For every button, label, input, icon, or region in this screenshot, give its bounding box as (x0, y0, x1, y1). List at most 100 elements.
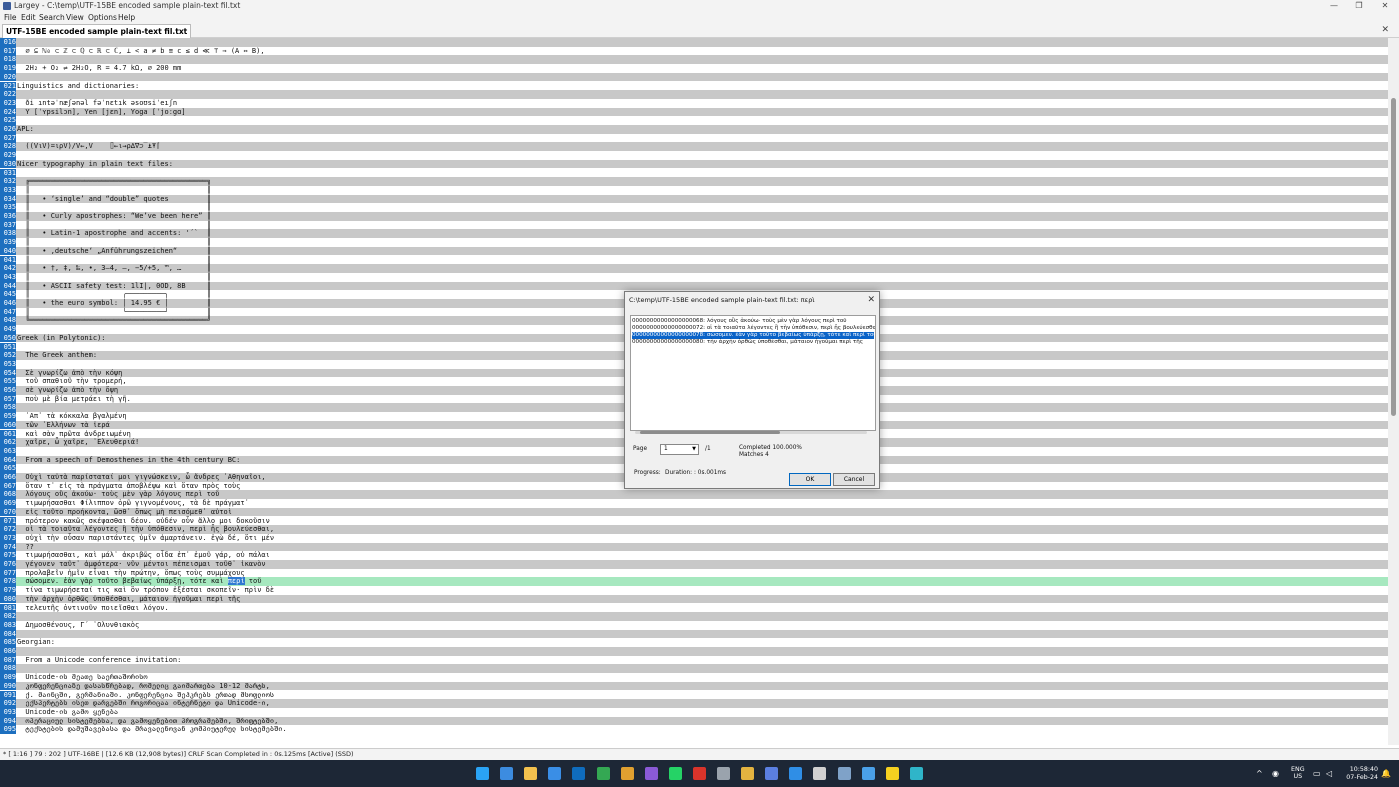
results-scrollbar-thumb[interactable] (640, 431, 780, 434)
app10-icon[interactable] (692, 767, 706, 780)
menu-view[interactable]: View (66, 12, 84, 23)
cancel-button[interactable]: Cancel (833, 473, 875, 486)
network-icon[interactable]: ◉ (1272, 769, 1279, 778)
result-row[interactable]: 00000000000000000080: τὴν ἀρχὴν ὀρθῶς ὑπ… (632, 339, 874, 346)
app16-icon[interactable] (837, 767, 851, 780)
tab-active-file[interactable]: UTF-15BE encoded sample plain-text fil.t… (2, 24, 192, 38)
maximize-button[interactable]: ❐ (1348, 0, 1370, 12)
app17-icon[interactable] (861, 767, 875, 780)
editor-line[interactable]: 072 οἱ τὰ τοιαῦτα λέγοντες ἢ τὴν ὑπόθεσι… (0, 525, 1388, 534)
editor-line[interactable]: 018 (0, 55, 1388, 65)
editor-line[interactable]: 032 ╔═══════════════════════════════════… (0, 177, 1388, 186)
app7-icon[interactable] (620, 767, 634, 780)
editor-line[interactable]: 094 ოპერაციულ სისტემებსა, და გამოყენებით… (0, 716, 1388, 726)
editor-line[interactable]: 029 (0, 151, 1388, 160)
editor-line[interactable]: 070 εἰς τοῦτο προήκοντα, ὥσθ᾿ ὅπως μὴ πε… (0, 507, 1388, 517)
editor-line[interactable]: 079 τίνα τιμωρήσεταί τις καὶ ὃν τρόπον ἐ… (0, 586, 1388, 595)
app18-icon[interactable] (885, 767, 899, 780)
editor-line[interactable]: 089 Unicode-ის მეათე საერთაშორისო (0, 673, 1388, 682)
outlook-icon[interactable] (572, 767, 586, 780)
editor-line[interactable]: 082 (0, 612, 1388, 621)
editor-line[interactable]: 035 ║ ║ (0, 203, 1388, 212)
calculator-icon[interactable] (717, 767, 730, 780)
editor-line[interactable]: 020 (0, 72, 1388, 82)
app12-icon[interactable] (741, 767, 755, 780)
tray-chevron-icon[interactable]: ^ (1256, 769, 1263, 778)
editor-line[interactable]: 017 ∅ ⊆ ℕ₀ ⊂ ℤ ⊂ ℚ ⊂ ℝ ⊂ ℂ, ⊥ < a ≠ b ≡ … (0, 46, 1388, 56)
menu-edit[interactable]: Edit (21, 12, 36, 23)
minimize-button[interactable]: — (1323, 0, 1345, 12)
editor-line[interactable]: 027 (0, 133, 1388, 143)
editor-line[interactable]: 081 τελευτῆς ὁντινοῦν ποιεῖσθαι λόγον. (0, 603, 1388, 613)
editor-line[interactable]: 080 τὴν ἀρχὴν ὀρθῶς ὑποθέσθαι, μάταιον ἡ… (0, 594, 1388, 604)
editor-line[interactable]: 043 ║ ║ (0, 272, 1388, 282)
ok-button[interactable]: OK (789, 473, 831, 486)
vertical-scrollbar[interactable] (1388, 38, 1399, 745)
explorer-icon[interactable] (524, 767, 538, 780)
volume-icon[interactable]: ◁ (1326, 769, 1332, 778)
visual-studio-icon[interactable] (644, 767, 658, 780)
editor-line[interactable]: 085 Georgian: (0, 638, 1388, 647)
editor-line[interactable]: 088 (0, 664, 1388, 674)
editor-line[interactable]: 090 კონფერენციაზე დასასწრებად, რომელიც გ… (0, 681, 1388, 691)
editor-line[interactable]: 087 From a Unicode conference invitation… (0, 655, 1388, 665)
page-select[interactable]: 1 ▼ (660, 444, 699, 455)
vscode-icon[interactable] (789, 767, 803, 780)
editor-line[interactable]: 077 προλαβεῖν ἡμῖν εἶναι τὴν πρώτην, ὅπω… (0, 568, 1388, 578)
editor-line[interactable]: 074 ?? (0, 542, 1388, 552)
editor-line[interactable]: 044 ║ • ASCII safety test: 1lI|, 0OD, 8B… (0, 281, 1388, 291)
dialog-close-icon[interactable]: ✕ (867, 294, 875, 306)
editor-line[interactable]: 038 ║ • Latin-1 apostrophe and accents: … (0, 229, 1388, 239)
editor-line[interactable]: 075 τιμωρήσασθαι, καὶ μάλ᾿ ἀκριβῶς οἶδα … (0, 551, 1388, 560)
notification-icon[interactable]: 🔔 (1381, 769, 1391, 778)
wifi-icon[interactable]: ▭ (1313, 769, 1321, 778)
editor-line[interactable]: 068 λόγους οὓς ἀκούω· τοὺς μὲν γὰρ λόγου… (0, 490, 1388, 500)
weather-icon[interactable] (500, 767, 514, 780)
editor-line[interactable]: 023 ði ıntəˈnæʃənəl fəˈnɛtık əsoʊsiˈeıʃn (0, 98, 1388, 108)
chrome-icon[interactable] (596, 767, 610, 780)
editor-line[interactable]: 019 2H₂ + O₂ ⇌ 2H₂O, R = 4.7 kΩ, ⌀ 200 m… (0, 64, 1388, 73)
editor-line[interactable]: 092 ექსპერტებს ისეთ დარგებში როგორიცაა ი… (0, 699, 1388, 708)
editor-line[interactable]: 042 ║ • †, ‡, ‰, •, 3–4, —, −5/+5, ™, … … (0, 264, 1388, 273)
editor-line[interactable]: 071 πρότερον κακῶς σκέψασθαι δέον. οὐδέν… (0, 516, 1388, 526)
app13-icon[interactable] (765, 767, 779, 780)
editor-line[interactable]: 030 Nicer typography in plain text files: (0, 159, 1388, 169)
editor-line[interactable]: 083 Δημοσθένους, Γ´ ᾿Ολυνθιακὸς (0, 620, 1388, 630)
editor-line[interactable]: 091 ქ. მაინცში, გერმანიაში. კონფერენცია … (0, 690, 1388, 700)
editor-line[interactable]: 093 Unicode-ის გამო ყენება (0, 707, 1388, 717)
editor-line[interactable]: 022 (0, 90, 1388, 99)
language-indicator[interactable]: ENG US (1291, 766, 1305, 780)
editor-line[interactable]: 069 τιμωρήσασθαι Φίλιππον ὁρῶ γιγνομένου… (0, 499, 1388, 508)
app15-icon[interactable] (813, 767, 827, 780)
result-row[interactable]: 00000000000000000072: οἱ τὰ τοιαῦτα λέγο… (632, 325, 875, 332)
scrollbar-thumb[interactable] (1391, 98, 1396, 416)
editor-line[interactable]: 095 ტექსტების დამუშავებასა და მრავალენოვ… (0, 725, 1388, 734)
result-row[interactable]: 00000000000000000068: λόγους οὓς ἀκούω· … (632, 318, 874, 325)
app4-icon[interactable] (548, 767, 562, 780)
editor-line[interactable]: 086 (0, 647, 1388, 656)
editor-line[interactable]: 026 APL: (0, 125, 1388, 134)
chevron-down-icon[interactable]: ▼ (692, 445, 696, 454)
editor-line[interactable]: 024 Y [ˈʏpsilɔn], Yen [jɛn], Yoga [ˈjoːg… (0, 107, 1388, 117)
menu-options[interactable]: Options (88, 12, 117, 23)
editor-line[interactable]: 031 (0, 168, 1388, 178)
results-horizontal-scrollbar[interactable] (635, 431, 867, 434)
tab-close-icon[interactable]: ✕ (1381, 24, 1389, 36)
editor-line[interactable]: 076 γέγονεν ταῦτ᾿ ἀμφότερα· νῦν μέντοι π… (0, 560, 1388, 569)
clock[interactable]: 10:58:40 07-Feb-24 (1340, 766, 1378, 782)
editor-line[interactable]: 041 ║ ║ (0, 255, 1388, 265)
editor-line[interactable]: 039 ║ ║ (0, 238, 1388, 247)
menu-help[interactable]: Help (118, 12, 135, 23)
result-row[interactable]: 00000000000000000078: σώσομεν. ἐὰν γὰρ τ… (632, 332, 875, 339)
editor-line[interactable]: 078 σώσομεν. ἐὰν γὰρ τοῦτο βεβαίως ὑπάρξ… (0, 577, 1388, 587)
editor-line[interactable]: 034 ║ • ‘single’ and “double” quotes ║ (0, 194, 1388, 204)
menu-file[interactable]: File (4, 12, 17, 23)
editor-line[interactable]: 016 (0, 38, 1388, 47)
editor-line[interactable]: 084 (0, 629, 1388, 639)
editor-line[interactable]: 073 οὐχὶ τὴν οὖσαν παριστάντες ὑμῖν ἁμαρ… (0, 533, 1388, 543)
editor-line[interactable]: 025 (0, 116, 1388, 125)
app19-icon[interactable] (909, 767, 923, 780)
close-button[interactable]: ✕ (1374, 0, 1396, 12)
editor-line[interactable]: 028 ((V⍳V)=⍳⍴V)/V←,V ⌷←⍳→⍴∆∇⊃‾⍎⍕⌈ (0, 142, 1388, 152)
results-list[interactable]: 00000000000000000068: λόγους οὓς ἀκούω· … (630, 315, 876, 431)
